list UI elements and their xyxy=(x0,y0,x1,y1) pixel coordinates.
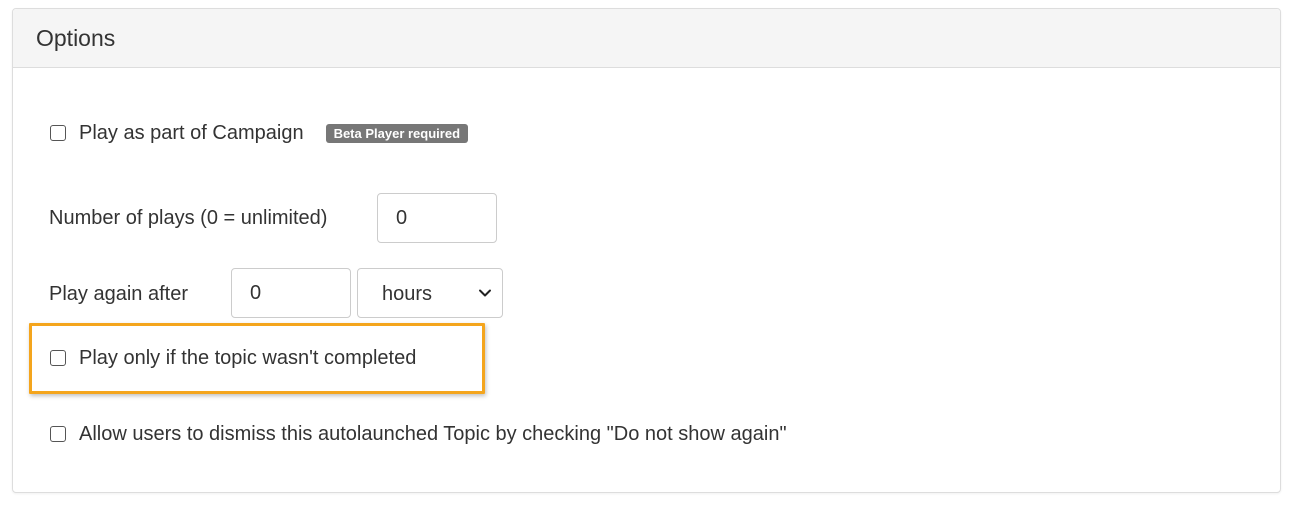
only-if-not-completed-label[interactable]: Play only if the topic wasn't completed xyxy=(79,346,416,370)
only-if-not-completed-row: Play only if the topic wasn't completed xyxy=(50,346,416,370)
allow-dismiss-label[interactable]: Allow users to dismiss this autolaunched… xyxy=(79,422,787,446)
number-of-plays-input[interactable]: 0 xyxy=(377,193,497,243)
chevron-down-icon xyxy=(479,289,491,297)
panel-header: Options xyxy=(13,9,1280,68)
beta-player-badge: Beta Player required xyxy=(325,123,469,143)
campaign-checkbox[interactable] xyxy=(50,125,66,141)
allow-dismiss-row: Allow users to dismiss this autolaunched… xyxy=(50,422,787,446)
panel-title: Options xyxy=(36,25,116,51)
number-of-plays-label: Number of plays (0 = unlimited) xyxy=(49,207,328,229)
allow-dismiss-checkbox[interactable] xyxy=(50,426,66,442)
options-panel: Options xyxy=(12,8,1281,493)
play-again-unit-select[interactable]: hours xyxy=(357,268,503,318)
only-if-not-completed-checkbox[interactable] xyxy=(50,350,66,366)
campaign-row: Play as part of Campaign Beta Player req… xyxy=(50,121,469,145)
play-again-label: Play again after xyxy=(49,283,188,305)
play-again-input[interactable]: 0 xyxy=(231,268,351,318)
play-again-unit-value: hours xyxy=(382,283,433,305)
campaign-label[interactable]: Play as part of Campaign xyxy=(79,121,304,145)
